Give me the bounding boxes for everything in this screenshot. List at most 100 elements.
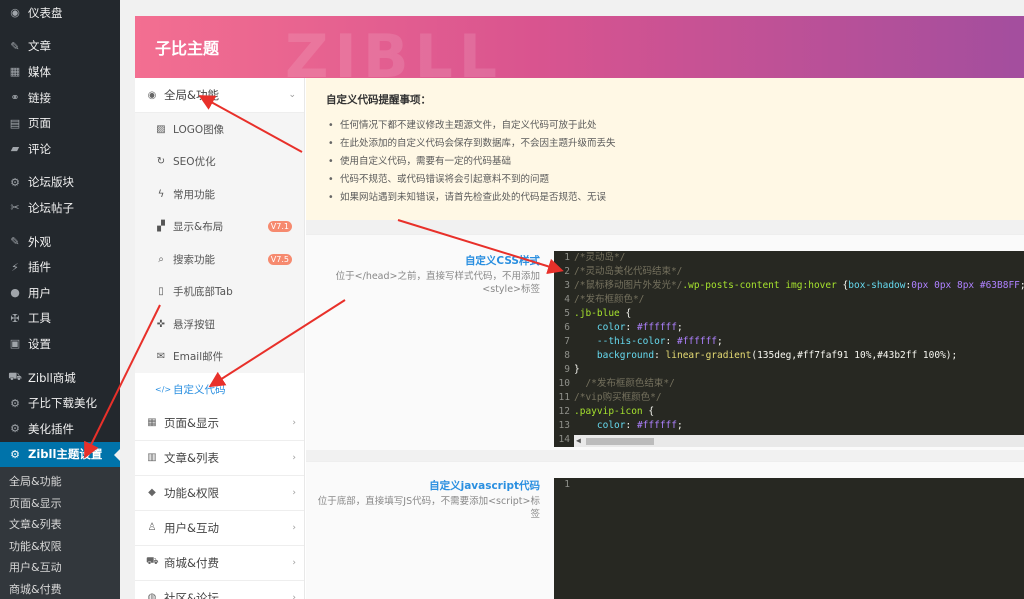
nav-sub-label: 手机底部Tab <box>173 286 233 299</box>
css-code-editor[interactable]: 1 /*灵动岛*/ 2 /*灵动岛美化代码结束*/ 3 /*鼠标移动图片外发光*/.wp-… <box>554 251 1024 447</box>
sidebar-item[interactable]: ✂ 论坛帖子 <box>0 195 120 221</box>
sidebar-item[interactable]: ⚙ 论坛版块 <box>0 170 120 196</box>
nav-sub-item[interactable]: ⌕ 搜索功能 V7.5 <box>135 243 304 276</box>
nav-group-label: 商城&付费 <box>164 555 219 570</box>
sidebar-separator <box>0 162 120 170</box>
sidebar-item-label: 插件 <box>28 260 51 275</box>
sidebar-item[interactable]: ▰ 评论 <box>0 136 120 162</box>
line-number: 12 <box>558 406 570 417</box>
line-number: 1 <box>564 252 570 263</box>
sidebar-submenu-item[interactable]: 页面&显示 <box>0 493 120 515</box>
sidebar-item[interactable]: ⚡ 插件 <box>0 254 120 280</box>
line-number: 14 <box>558 434 570 445</box>
nav-sub-item[interactable]: ✜ 悬浮按钮 <box>135 308 304 341</box>
sidebar-item[interactable]: ✎ 文章 <box>0 34 120 60</box>
line-number: 10 <box>558 378 570 389</box>
code-token: ; <box>717 336 723 347</box>
sidebar-separator <box>0 26 120 34</box>
nav-group[interactable]: ◍ 社区&论坛 › <box>135 581 304 599</box>
seo-icon: ↻ <box>156 156 166 168</box>
nav-group[interactable]: ▥ 文章&列表 › <box>135 441 304 476</box>
sidebar-item-label: 页面 <box>28 116 51 131</box>
nav-sub-item[interactable]: ✉ Email邮件 <box>135 341 304 374</box>
sidebar-item-label: 仪表盘 <box>28 5 63 20</box>
scroll-left-icon[interactable]: ◀ <box>576 435 581 447</box>
layout-icon: ▞ <box>157 221 165 233</box>
pin-icon: ✎ <box>10 39 20 53</box>
sidebar-item[interactable]: ● 用户 <box>0 280 120 306</box>
sidebar-item-label: 文章 <box>28 39 51 54</box>
line-number: 2 <box>564 266 570 277</box>
nav-group-label: 页面&显示 <box>164 415 219 430</box>
shield-icon: ◆ <box>148 487 156 498</box>
sidebar-item[interactable]: ⚙ Zibll主题设置 <box>0 441 121 468</box>
editor-horizontal-scrollbar[interactable]: ◀ <box>574 435 1024 447</box>
code-token: { <box>619 308 632 319</box>
code-token: (135deg,#ff7faf91 10%,#43b2ff 100%); <box>751 350 958 361</box>
cart-icon: ⛟ <box>8 370 22 384</box>
line-number: 13 <box>558 420 570 431</box>
sidebar-item[interactable]: ▦ 媒体 <box>0 59 120 85</box>
code-token: #ffffff <box>636 322 677 333</box>
sidebar-item[interactable]: ⚭ 链接 <box>0 85 120 111</box>
gear-icon: ⚙ <box>10 396 20 410</box>
code-token: : <box>654 350 666 361</box>
version-badge: V7.5 <box>267 253 292 265</box>
sidebar-item[interactable]: ⛟ Zibll商城 <box>0 365 120 391</box>
sidebar-submenu: 全局&功能 页面&显示 文章&列表 功能&权限 用户&互动 商城&付费 <box>0 467 120 599</box>
css-field-row: 自定义CSS样式 位于</head>之前，直接写样式代码，不用添加<style>… <box>306 234 1024 450</box>
nav-group[interactable]: ▦ 页面&显示 › <box>135 406 304 441</box>
link-icon: ⚭ <box>10 91 20 105</box>
comment-icon: ▰ <box>10 142 20 156</box>
settings-icon: ▣ <box>9 337 21 351</box>
sidebar-item[interactable]: ⚙ 子比下载美化 <box>0 390 120 416</box>
nav-group-label: 全局&功能 <box>164 88 219 102</box>
page-icon: ▤ <box>9 116 21 130</box>
code-token: /*发布框颜色*/ <box>574 294 645 305</box>
code-token: ;} <box>1020 279 1024 293</box>
chevron-right-icon: › <box>292 417 296 428</box>
sidebar-item[interactable]: ✠ 工具 <box>0 306 120 332</box>
scrollbar-thumb[interactable] <box>586 438 654 445</box>
nav-sub-label: 显示&布局 <box>173 221 224 234</box>
nav-group[interactable]: ⛟ 商城&付费 › <box>135 546 304 581</box>
sidebar-item-label: 媒体 <box>28 64 51 79</box>
sidebar-item[interactable]: ▣ 设置 <box>0 331 120 357</box>
code-token: /*鼠标移动图片外发光*/ <box>574 280 683 291</box>
nav-sub-item[interactable]: ↻ SEO优化 <box>135 146 304 179</box>
media-icon: ▦ <box>9 65 21 79</box>
nav-sub-item[interactable]: ▞ 显示&布局 V7.1 <box>135 211 304 244</box>
sidebar-submenu-item[interactable]: 全局&功能 <box>0 471 120 493</box>
nav-sub-label: Email邮件 <box>173 351 224 364</box>
code-line: 6 color: #ffffff; <box>554 321 1024 335</box>
nav-sub-item[interactable]: ▯ 手机底部Tab <box>135 276 304 309</box>
js-code-editor[interactable]: 1 <box>554 478 1024 599</box>
code-line: 1 <box>554 478 1024 492</box>
nav-group[interactable]: ◉ 全局&功能 ⌄ <box>135 78 304 113</box>
chevron-down-icon: ⌄ <box>288 90 296 100</box>
chevron-right-icon: › <box>292 557 296 568</box>
nav-group[interactable]: ♙ 用户&互动 › <box>135 511 304 546</box>
line-number: 11 <box>558 392 570 403</box>
css-field-label: 自定义CSS样式 位于</head>之前，直接写样式代码，不用添加<style>… <box>310 253 540 296</box>
code-token: linear-gradient <box>665 350 752 361</box>
chevron-right-icon: › <box>292 452 296 463</box>
sidebar-submenu-item[interactable]: 商城&付费 <box>0 579 120 599</box>
code-token: { <box>642 406 655 417</box>
sidebar-item[interactable]: ✎ 外观 <box>0 229 120 255</box>
sidebar-item[interactable]: ◉ 仪表盘 <box>0 0 120 26</box>
sidebar-submenu-item[interactable]: 文章&列表 <box>0 514 120 536</box>
nav-group-label: 功能&权限 <box>164 485 219 500</box>
sidebar-item-label: 设置 <box>28 336 51 351</box>
nav-sub-item[interactable]: </> 自定义代码 <box>135 373 304 406</box>
nav-group[interactable]: ◆ 功能&权限 › <box>135 476 304 511</box>
nav-sub-item[interactable]: ▨ LOGO图像 <box>135 113 304 146</box>
sidebar-item[interactable]: ▤ 页面 <box>0 110 120 136</box>
nav-sub-item[interactable]: ϟ 常用功能 <box>135 178 304 211</box>
sidebar-submenu-item[interactable]: 功能&权限 <box>0 536 120 558</box>
sidebar-item[interactable]: ⚙ 美化插件 <box>0 416 120 442</box>
sidebar-submenu-item[interactable]: 用户&互动 <box>0 557 120 579</box>
chevron-right-icon: › <box>292 592 296 599</box>
